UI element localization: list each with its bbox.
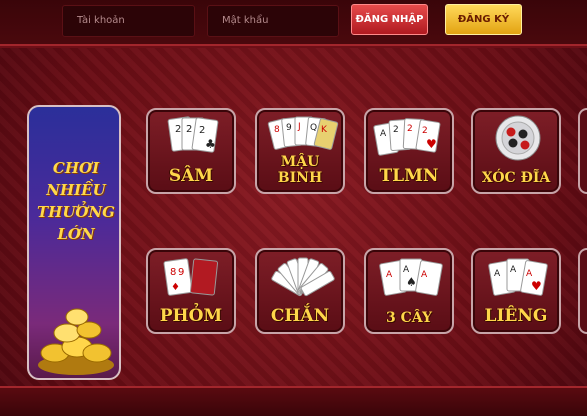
top-bar: Tài khoản Mật khẩu ĐĂNG NHẬP ĐĂNG KÝ — [0, 0, 587, 46]
game-label: CHẮN — [270, 306, 330, 326]
svg-text:A: A — [386, 270, 393, 280]
svg-text:2: 2 — [422, 126, 428, 136]
svg-text:♦: ♦ — [171, 282, 180, 293]
game-label: XÓC ĐĨA — [481, 170, 551, 186]
svg-text:8: 8 — [274, 125, 280, 135]
game-label: SÂM — [168, 166, 214, 186]
game-tile-sam[interactable]: 2 2 2 ♣ SÂM — [146, 108, 236, 194]
username-input[interactable]: Tài khoản — [62, 5, 195, 37]
game-tile-phom[interactable]: 8 9 ♦ PHỎM — [146, 248, 236, 334]
svg-text:2: 2 — [175, 124, 181, 135]
svg-text:9: 9 — [286, 123, 292, 133]
game-tile-3-cay[interactable]: A A A ♠ 3 CÂY — [364, 248, 454, 334]
svg-text:A: A — [510, 265, 517, 275]
password-input[interactable]: Mật khẩu — [207, 5, 339, 37]
svg-text:♥: ♥ — [426, 137, 437, 151]
promo-text: CHƠI NHIỀU THƯỞNG LỚN — [29, 157, 119, 245]
svg-text:2: 2 — [199, 125, 205, 136]
game-tile-mau-binh[interactable]: 8 9 J Q K MẬU BINH — [255, 108, 345, 194]
gold-coins-icon — [38, 308, 114, 375]
game-label: PHỎM — [159, 306, 223, 326]
promo-line-2: THƯỞNG LỚN — [36, 203, 115, 243]
svg-text:♠: ♠ — [406, 275, 417, 289]
svg-text:♥: ♥ — [531, 279, 542, 293]
register-button[interactable]: ĐĂNG KÝ — [445, 4, 522, 35]
game-tile-tlmn[interactable]: A 2 2 2 ♥ TLMN — [364, 108, 454, 194]
svg-text:J: J — [297, 122, 301, 132]
login-button[interactable]: ĐĂNG NHẬP — [351, 4, 428, 35]
game-tile-lieng[interactable]: A A A ♥ LIÊNG — [471, 248, 561, 334]
game-tile-chan[interactable]: CHẮN — [255, 248, 345, 334]
svg-text:2: 2 — [186, 124, 192, 135]
svg-text:Q: Q — [310, 123, 317, 133]
svg-text:2: 2 — [407, 124, 413, 134]
promo-banner[interactable]: CHƠI NHIỀU THƯỞNG LỚN — [27, 105, 121, 380]
svg-text:♣: ♣ — [205, 137, 216, 151]
svg-text:8: 8 — [170, 267, 176, 278]
svg-text:A: A — [494, 269, 501, 279]
svg-text:A: A — [380, 129, 387, 139]
game-label: 3 CÂY — [386, 310, 432, 326]
game-label: TLMN — [379, 166, 439, 186]
game-label: MẬU BINH — [277, 154, 323, 186]
game-tile-xoc-dia[interactable]: XÓC ĐĨA — [471, 108, 561, 194]
svg-text:9: 9 — [178, 267, 184, 278]
game-tile-partial[interactable] — [578, 248, 587, 334]
svg-text:A: A — [403, 265, 410, 275]
promo-line-1: CHƠI NHIỀU — [46, 159, 106, 199]
game-tile-partial[interactable] — [578, 108, 587, 194]
bottom-bar — [0, 386, 587, 416]
svg-text:A: A — [526, 269, 533, 279]
svg-text:2: 2 — [393, 125, 399, 135]
svg-text:A: A — [421, 270, 428, 280]
game-label: LIÊNG — [484, 306, 548, 326]
